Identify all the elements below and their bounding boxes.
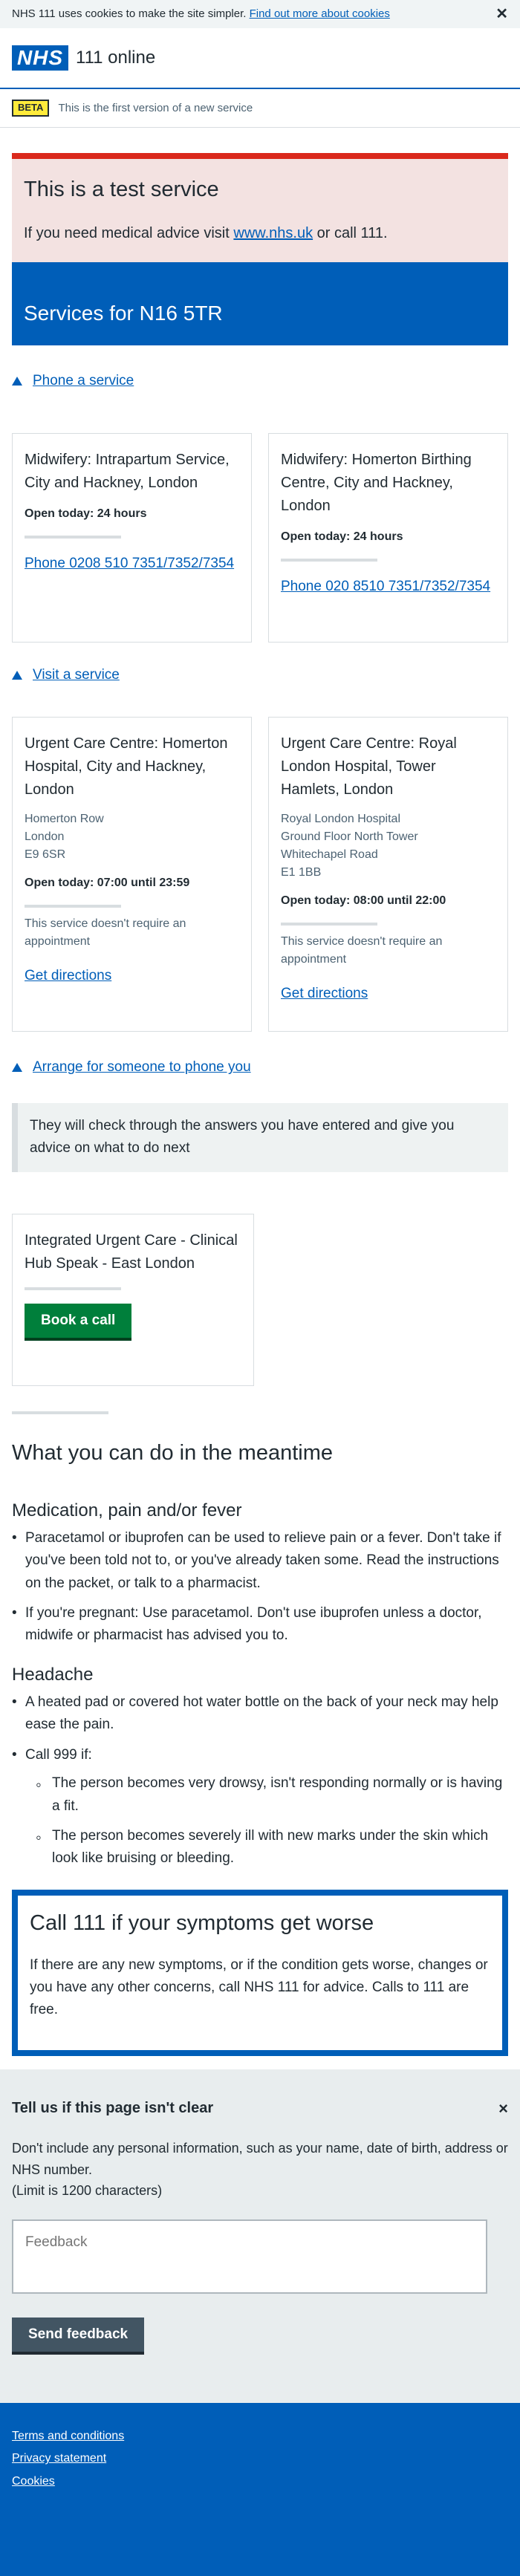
get-directions-link[interactable]: Get directions bbox=[25, 966, 239, 987]
feedback-warning: Don't include any personal information, … bbox=[12, 2140, 508, 2177]
phone-link[interactable]: Phone 020 8510 7351/7352/7354 bbox=[281, 576, 495, 598]
service-card: Midwifery: Intrapartum Service, City and… bbox=[12, 433, 252, 643]
section-divider bbox=[12, 1411, 108, 1414]
visit-service-toggle[interactable]: Visit a service bbox=[0, 665, 520, 686]
sub-list-item: The person becomes severely ill with new… bbox=[36, 1824, 508, 1870]
service-card: Urgent Care Centre: Royal London Hospita… bbox=[268, 717, 508, 1032]
list-item: If you're pregnant: Use paracetamol. Don… bbox=[12, 1602, 508, 1648]
send-feedback-wrapper: Send feedback bbox=[12, 2318, 508, 2352]
address-line: Ground Floor North Tower bbox=[281, 830, 418, 843]
address-line: Royal London Hospital bbox=[281, 813, 400, 825]
visit-service-link[interactable]: Visit a service bbox=[33, 664, 120, 686]
divider bbox=[25, 1287, 121, 1290]
medication-title: Medication, pain and/or fever bbox=[12, 1500, 242, 1520]
beta-text: This is the first version of a new servi… bbox=[58, 101, 253, 114]
book-call-wrapper: Book a call bbox=[25, 1303, 241, 1338]
service-name: Integrated Urgent Care - Clinical Hub Sp… bbox=[25, 1232, 238, 1272]
close-icon[interactable]: × bbox=[498, 2096, 508, 2121]
divider bbox=[25, 904, 121, 908]
sub-list-item: The person becomes very drowsy, isn't re… bbox=[36, 1772, 508, 1818]
triangle-up-icon bbox=[12, 671, 22, 680]
nhs-logo[interactable]: NHS bbox=[12, 45, 68, 71]
worse-symptoms-callout: Call 111 if your symptoms get worse If t… bbox=[12, 1889, 508, 2056]
cookie-banner: NHS 111 uses cookies to make the site si… bbox=[0, 0, 520, 28]
opening-hours: Open today: 07:00 until 23:59 bbox=[25, 876, 190, 889]
service-name: Urgent Care Centre: Homerton Hospital, C… bbox=[25, 735, 228, 798]
service-name: Urgent Care Centre: Royal London Hospita… bbox=[281, 735, 457, 798]
list-item: Call 999 if: The person becomes very dro… bbox=[12, 1744, 508, 1870]
address-line: E1 1BB bbox=[281, 866, 322, 879]
appointment-note: This service doesn't require an appointm… bbox=[281, 934, 443, 966]
test-service-text-after: or call 111. bbox=[313, 224, 388, 241]
cookie-text: NHS 111 uses cookies to make the site si… bbox=[12, 7, 247, 21]
phone-service-cards: Midwifery: Intrapartum Service, City and… bbox=[0, 433, 520, 643]
feedback-title: Tell us if this page isn't clear bbox=[12, 2100, 214, 2117]
service-card: Integrated Urgent Care - Clinical Hub Sp… bbox=[12, 1213, 254, 1386]
feedback-section: Tell us if this page isn't clear × Don't… bbox=[0, 2069, 520, 2403]
callback-toggle[interactable]: Arrange for someone to phone you bbox=[0, 1057, 520, 1078]
service-address: Royal London Hospital Ground Floor North… bbox=[281, 810, 495, 882]
address-line: Whitechapel Road bbox=[281, 848, 378, 861]
medication-list: Paracetamol or ibuprofen can be used to … bbox=[0, 1527, 520, 1648]
send-feedback-button[interactable]: Send feedback bbox=[12, 2318, 145, 2352]
test-service-title: This is a test service bbox=[24, 178, 219, 201]
feedback-header: Tell us if this page isn't clear × bbox=[12, 2069, 508, 2121]
feedback-limit: (Limit is 1200 characters) bbox=[12, 2183, 163, 2199]
test-service-banner: This is a test service If you need medic… bbox=[12, 153, 508, 262]
headache-title: Headache bbox=[12, 1664, 94, 1685]
phone-link[interactable]: Phone 0208 510 7351/7352/7354 bbox=[25, 553, 239, 575]
triangle-up-icon bbox=[12, 377, 22, 386]
list-item: Paracetamol or ibuprofen can be used to … bbox=[12, 1527, 508, 1595]
site-header: NHS 111 online bbox=[0, 28, 520, 89]
list-item: A heated pad or covered hot water bottle… bbox=[12, 1691, 508, 1737]
privacy-link[interactable]: Privacy statement bbox=[12, 2447, 508, 2470]
phone-service-link[interactable]: Phone a service bbox=[33, 370, 134, 391]
cookie-more-link[interactable]: Find out more about cookies bbox=[250, 7, 390, 20]
test-service-text-before: If you need medical advice visit bbox=[24, 224, 234, 241]
callout-text: If there are any new symptoms, or if the… bbox=[30, 1957, 488, 2018]
appointment-note: This service doesn't require an appointm… bbox=[25, 917, 186, 948]
divider bbox=[25, 535, 121, 539]
test-service-text: If you need medical advice visit www.nhs… bbox=[24, 222, 496, 245]
nhs-uk-link[interactable]: www.nhs.uk bbox=[233, 225, 313, 241]
callback-link[interactable]: Arrange for someone to phone you bbox=[33, 1056, 251, 1078]
divider bbox=[281, 558, 377, 562]
service-name[interactable]: 111 online bbox=[76, 44, 155, 71]
call-999-label: Call 999 if: bbox=[25, 1746, 92, 1763]
address-line: London bbox=[25, 830, 65, 843]
call-999-sublist: The person becomes very drowsy, isn't re… bbox=[25, 1772, 508, 1870]
service-card: Urgent Care Centre: Homerton Hospital, C… bbox=[12, 717, 252, 1032]
beta-banner: BETA This is the first version of a new … bbox=[0, 89, 520, 128]
site-footer: Terms and conditions Privacy statement C… bbox=[0, 2402, 520, 2576]
callback-inset-text: They will check through the answers you … bbox=[12, 1103, 508, 1172]
close-icon[interactable]: ✕ bbox=[495, 3, 508, 26]
book-call-button[interactable]: Book a call bbox=[25, 1303, 132, 1338]
services-title: Services for N16 5TR bbox=[12, 262, 508, 345]
opening-hours: Open today: 24 hours bbox=[25, 507, 147, 520]
cookies-link[interactable]: Cookies bbox=[12, 2471, 508, 2493]
feedback-instructions: Don't include any personal information, … bbox=[12, 2138, 508, 2202]
address-line: Homerton Row bbox=[25, 813, 104, 825]
feedback-input[interactable] bbox=[12, 2219, 487, 2294]
cookie-message: NHS 111 uses cookies to make the site si… bbox=[12, 5, 390, 22]
callback-cards: Integrated Urgent Care - Clinical Hub Sp… bbox=[0, 1213, 520, 1386]
triangle-up-icon bbox=[12, 1063, 22, 1072]
divider bbox=[281, 922, 377, 926]
headache-list: A heated pad or covered hot water bottle… bbox=[0, 1691, 520, 1870]
service-card: Midwifery: Homerton Birthing Centre, Cit… bbox=[268, 433, 508, 643]
service-address: Homerton Row London E9 6SR bbox=[25, 810, 239, 864]
opening-hours: Open today: 24 hours bbox=[281, 530, 403, 543]
service-name: Midwifery: Homerton Birthing Centre, Cit… bbox=[281, 452, 472, 514]
terms-link[interactable]: Terms and conditions bbox=[12, 2425, 508, 2447]
address-line: E9 6SR bbox=[25, 848, 66, 861]
beta-tag: BETA bbox=[12, 100, 50, 117]
meantime-title: What you can do in the meantime bbox=[12, 1440, 334, 1465]
callout-title: Call 111 if your symptoms get worse bbox=[30, 1910, 374, 1935]
visit-service-cards: Urgent Care Centre: Homerton Hospital, C… bbox=[0, 717, 520, 1032]
phone-service-toggle[interactable]: Phone a service bbox=[0, 371, 520, 391]
service-name: Midwifery: Intrapartum Service, City and… bbox=[25, 452, 230, 491]
get-directions-link[interactable]: Get directions bbox=[281, 983, 495, 1005]
opening-hours: Open today: 08:00 until 22:00 bbox=[281, 894, 446, 907]
